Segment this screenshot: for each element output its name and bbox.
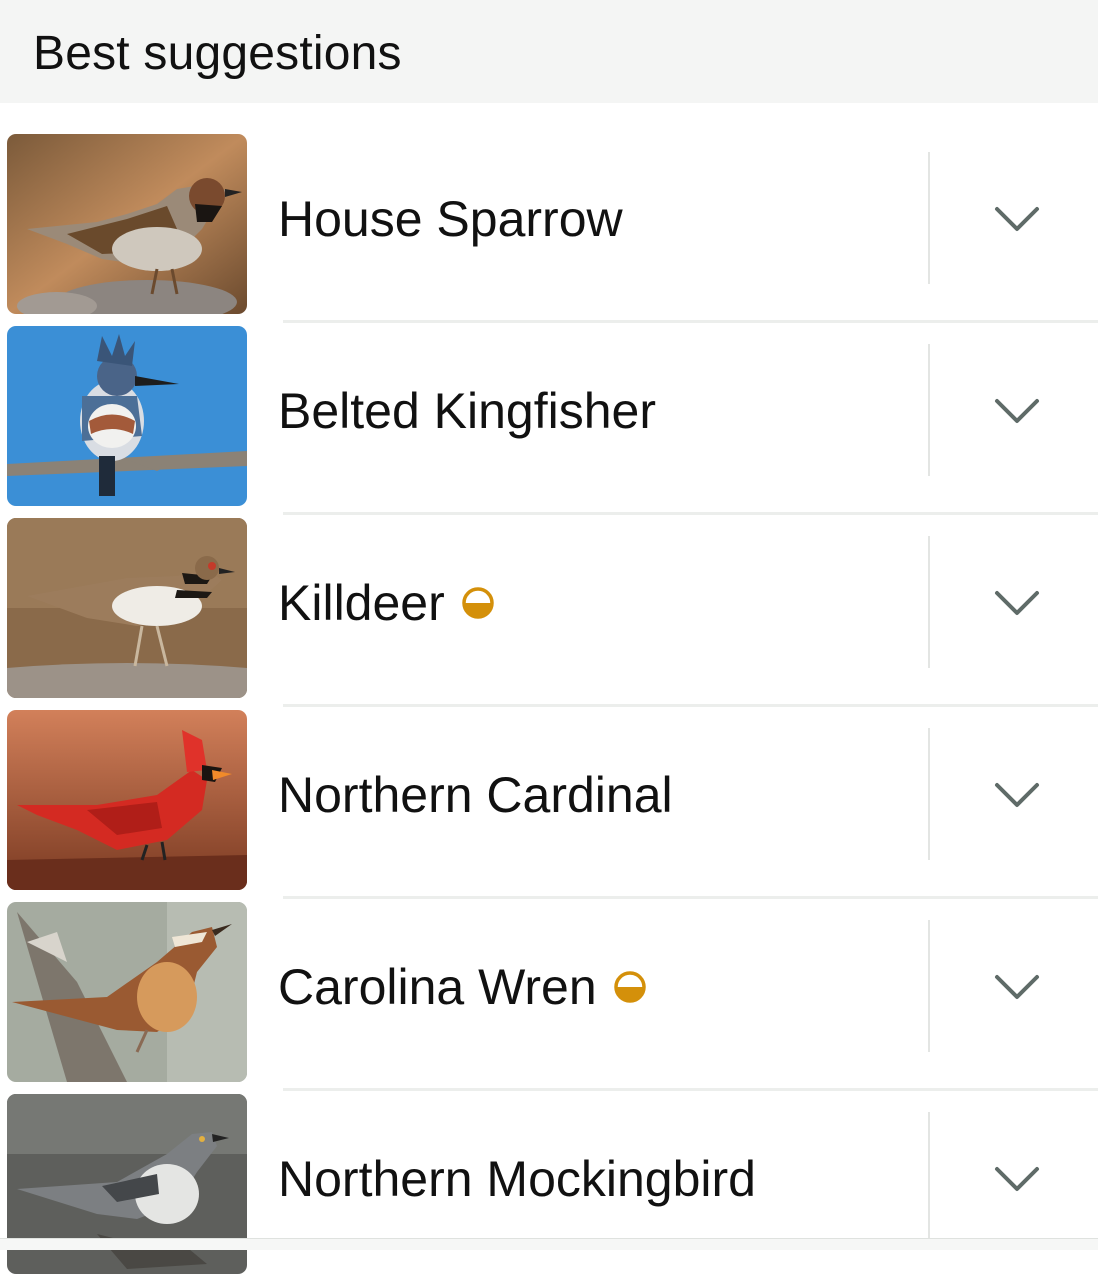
chevron-down-icon	[995, 399, 1039, 423]
suggestion-row-northern-cardinal[interactable]: Northern Cardinal	[0, 710, 1098, 899]
row-separator	[283, 896, 1098, 899]
suggestion-name: Killdeer	[278, 575, 445, 631]
chevron-down-icon	[995, 1167, 1039, 1191]
header: Best suggestions	[0, 0, 1098, 103]
chevron-down-icon	[995, 207, 1039, 231]
expand-button[interactable]	[972, 376, 1062, 446]
half-filled-circle-icon	[613, 970, 647, 1004]
suggestion-name-wrap: Carolina Wren	[278, 902, 647, 1072]
row-separator	[283, 1088, 1098, 1091]
house-sparrow-photo	[7, 134, 247, 314]
killdeer-photo	[7, 518, 247, 698]
divider	[928, 920, 930, 1052]
suggestion-name-wrap: Belted Kingfisher	[278, 326, 656, 496]
suggestion-name-wrap: Killdeer	[278, 518, 495, 688]
suggestion-name: Northern Mockingbird	[278, 1151, 756, 1207]
suggestion-name-wrap: House Sparrow	[278, 134, 623, 304]
suggestion-name: Carolina Wren	[278, 959, 597, 1015]
bottom-edge	[0, 1238, 1098, 1250]
divider	[928, 152, 930, 284]
row-separator	[283, 704, 1098, 707]
expand-button[interactable]	[972, 760, 1062, 830]
suggestion-row-belted-kingfisher[interactable]: Belted Kingfisher	[0, 326, 1098, 515]
half-filled-circle-icon	[461, 586, 495, 620]
chevron-down-icon	[995, 591, 1039, 615]
divider	[928, 536, 930, 668]
expand-button[interactable]	[972, 1144, 1062, 1214]
divider	[928, 728, 930, 860]
suggestion-name: House Sparrow	[278, 191, 623, 247]
expand-button[interactable]	[972, 952, 1062, 1022]
expand-button[interactable]	[972, 184, 1062, 254]
suggestion-row-killdeer[interactable]: Killdeer	[0, 518, 1098, 707]
suggestion-name: Belted Kingfisher	[278, 383, 657, 439]
row-separator	[283, 320, 1098, 323]
carolina-wren-photo	[7, 902, 247, 1082]
suggestion-name: Northern Cardinal	[278, 767, 673, 823]
divider	[928, 1112, 930, 1244]
header-title: Best suggestions	[33, 27, 402, 80]
suggestion-row-house-sparrow[interactable]: House Sparrow	[0, 134, 1098, 323]
chevron-down-icon	[995, 975, 1039, 999]
northern-cardinal-photo	[7, 710, 247, 890]
divider	[928, 344, 930, 476]
belted-kingfisher-photo	[7, 326, 247, 506]
row-separator	[283, 512, 1098, 515]
expand-button[interactable]	[972, 568, 1062, 638]
suggestion-row-carolina-wren[interactable]: Carolina Wren	[0, 902, 1098, 1091]
chevron-down-icon	[995, 783, 1039, 807]
suggestion-name-wrap: Northern Cardinal	[278, 710, 673, 880]
